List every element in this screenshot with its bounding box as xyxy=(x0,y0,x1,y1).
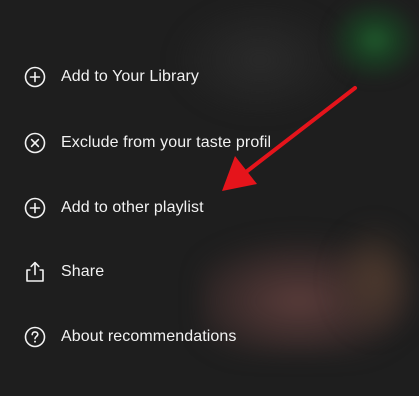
context-menu: Add to Your Library Exclude from your ta… xyxy=(0,0,419,396)
x-circle-icon xyxy=(24,132,46,154)
menu-item-label: Exclude from your taste profil xyxy=(61,134,272,151)
menu-item-add-to-other-playlist[interactable]: Add to other playlist xyxy=(0,188,419,228)
menu-item-add-to-library[interactable]: Add to Your Library xyxy=(0,57,419,97)
menu-item-label: Share xyxy=(61,263,105,280)
plus-circle-icon xyxy=(24,66,46,88)
menu-item-about-recommendations[interactable]: About recommendations xyxy=(0,317,419,357)
question-circle-icon xyxy=(24,326,46,348)
menu-item-label: About recommendations xyxy=(61,328,237,345)
menu-item-exclude-from-taste-profile[interactable]: Exclude from your taste profil xyxy=(0,123,419,163)
menu-item-share[interactable]: Share xyxy=(0,252,419,292)
share-icon xyxy=(24,261,46,283)
plus-circle-icon xyxy=(24,197,46,219)
menu-item-label: Add to other playlist xyxy=(61,199,204,216)
menu-item-label: Add to Your Library xyxy=(61,68,199,85)
context-menu-screen: Add to Your Library Exclude from your ta… xyxy=(0,0,419,396)
